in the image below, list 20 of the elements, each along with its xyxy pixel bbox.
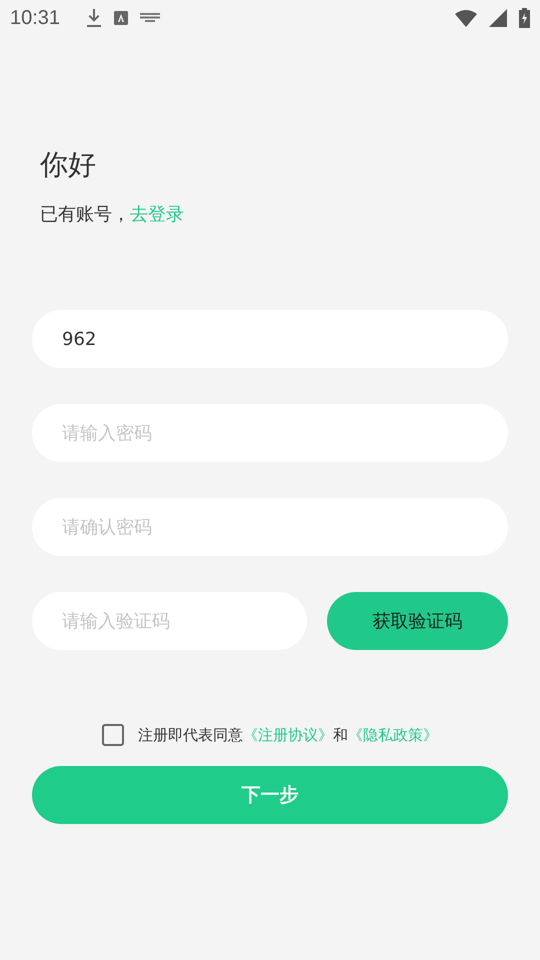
login-prompt: 已有账号， [40, 204, 130, 225]
input-field[interactable]: 962 [32, 310, 508, 368]
agreement-link[interactable]: 《注册协议》 [243, 726, 333, 744]
wifi-icon [455, 9, 477, 27]
signal-icon [489, 9, 507, 27]
agreement-text: 注册即代表同意《注册协议》和《隐私政策》 [138, 726, 438, 744]
status-time: 10:31 [10, 6, 60, 30]
input-method-icon [114, 11, 128, 25]
keyboard-icon [140, 13, 160, 23]
input-field[interactable]: 请输入密码 [32, 404, 508, 462]
agreement-link[interactable]: 《隐私政策》 [348, 726, 438, 744]
login-link[interactable]: 去登录 [130, 204, 184, 225]
download-icon [86, 8, 102, 28]
input-field[interactable]: 请输入验证码 [32, 592, 307, 650]
next-button[interactable]: 下一步 [32, 766, 508, 824]
battery-icon [519, 8, 530, 28]
agreement-checkbox[interactable] [102, 724, 124, 746]
get-code-button[interactable]: 获取验证码 [327, 592, 508, 650]
input-field[interactable]: 请确认密码 [32, 498, 508, 556]
greeting-title: 你好 [40, 147, 97, 183]
